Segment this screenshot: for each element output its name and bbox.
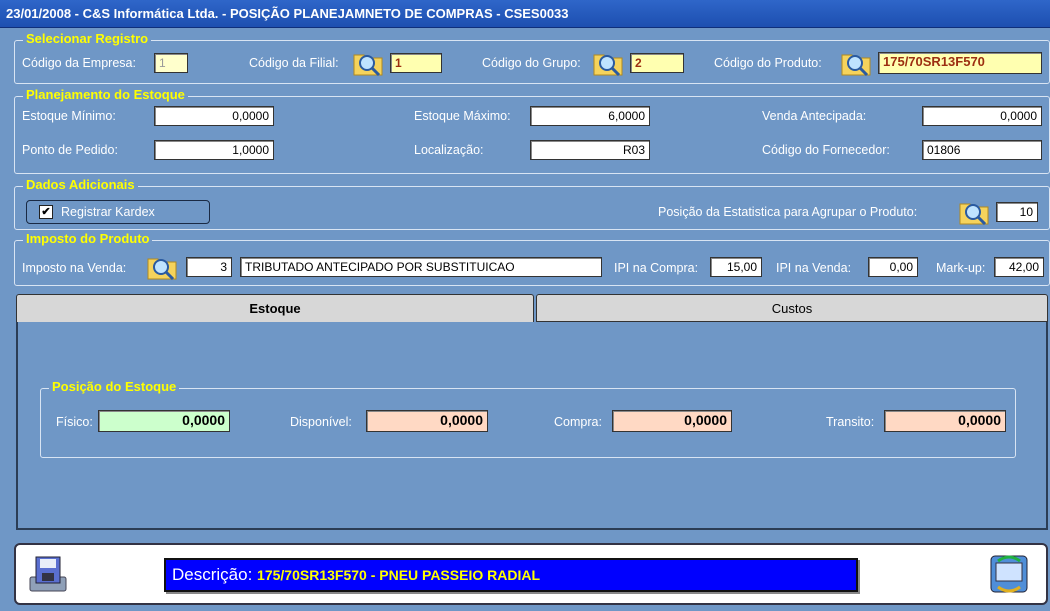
venda-antecipada-label: Venda Antecipada: [762,109,867,123]
save-disk-icon[interactable] [28,555,68,593]
imposto-descricao-field[interactable]: TRIBUTADO ANTECIPADO POR SUBSTITUICAO [240,257,602,277]
estoque-minimo-field[interactable]: 0,0000 [154,106,274,126]
imposto-legend: Imposto do Produto [23,231,153,247]
ipi-compra-label: IPI na Compra: [614,261,699,275]
ipi-venda-field[interactable]: 0,00 [868,257,918,277]
estoque-maximo-field[interactable]: 6,0000 [530,106,650,126]
imposto-search-icon[interactable] [146,253,180,281]
ponto-pedido-label: Ponto de Pedido: [22,143,118,157]
imposto-codigo-field[interactable]: 3 [186,257,232,277]
estatistica-field[interactable]: 10 [996,202,1038,222]
filial-field[interactable]: 1 [390,53,442,73]
empresa-label: Código da Empresa: [22,56,136,70]
grupo-label: Código do Grupo: [482,56,581,70]
posicao-estoque-legend: Posição do Estoque [49,379,180,395]
produto-field[interactable]: 175/70SR13F570 [878,52,1042,74]
bottom-bar: Descrição: 175/70SR13F570 - PNEU PASSEIO… [14,543,1048,605]
registrar-kardex-checkbox[interactable]: ✔ Registrar Kardex [26,200,210,224]
fornecedor-label: Código do Fornecedor: [762,143,890,157]
disponivel-field[interactable]: 0,0000 [366,410,488,432]
estoque-minimo-label: Estoque Mínimo: [22,109,116,123]
fisico-label: Físico: [56,415,93,429]
fornecedor-field[interactable]: 01806 [922,140,1042,160]
estoque-panel: Posição do Estoque Físico: 0,0000 Dispon… [16,322,1048,530]
produto-search-icon[interactable] [840,49,874,77]
estoque-maximo-label: Estoque Máximo: [414,109,511,123]
tab-custos-label: Custos [771,301,813,316]
produto-label: Código do Produto: [714,56,822,70]
ipi-venda-label: IPI na Venda: [776,261,852,275]
selecionar-registro-legend: Selecionar Registro [23,31,152,47]
tab-custos[interactable]: Custos [536,294,1048,322]
filial-label: Código da Filial: [249,56,339,70]
filial-search-icon[interactable] [352,49,386,77]
grupo-search-icon[interactable] [592,49,626,77]
kardex-check-icon: ✔ [39,205,53,219]
localizacao-label: Localização: [414,143,484,157]
compra-field[interactable]: 0,0000 [612,410,732,432]
ponto-pedido-field[interactable]: 1,0000 [154,140,274,160]
markup-label: Mark-up: [936,261,986,275]
descricao-bar: Descrição: 175/70SR13F570 - PNEU PASSEIO… [164,558,858,592]
estatistica-label: Posição da Estatistica para Agrupar o Pr… [658,205,918,219]
ipi-compra-field[interactable]: 15,00 [710,257,762,277]
window-title: 23/01/2008 - C&S Informática Ltda. - POS… [0,0,1050,28]
planejamento-legend: Planejamento do Estoque [23,87,188,103]
tab-bar: Estoque Custos [16,294,1048,324]
descricao-label: Descrição: [172,565,253,584]
empresa-field[interactable]: 1 [154,53,188,73]
transito-label: Transito: [826,415,875,429]
transito-field[interactable]: 0,0000 [884,410,1006,432]
disponivel-label: Disponível: [290,415,352,429]
descricao-value: 175/70SR13F570 - PNEU PASSEIO RADIAL [257,567,540,583]
venda-antecipada-field[interactable]: 0,0000 [922,106,1042,126]
localizacao-field[interactable]: R03 [530,140,650,160]
tab-estoque[interactable]: Estoque [16,294,534,322]
tab-estoque-label: Estoque [249,301,301,316]
compra-label: Compra: [554,415,602,429]
imposto-venda-label: Imposto na Venda: [22,261,127,275]
refresh-exchange-icon[interactable] [988,553,1030,595]
markup-field[interactable]: 42,00 [994,257,1044,277]
dados-adicionais-legend: Dados Adicionais [23,177,138,193]
fisico-field[interactable]: 0,0000 [98,410,230,432]
estatistica-search-icon[interactable] [958,198,992,226]
registrar-kardex-label: Registrar Kardex [61,205,155,219]
grupo-field[interactable]: 2 [630,53,684,73]
